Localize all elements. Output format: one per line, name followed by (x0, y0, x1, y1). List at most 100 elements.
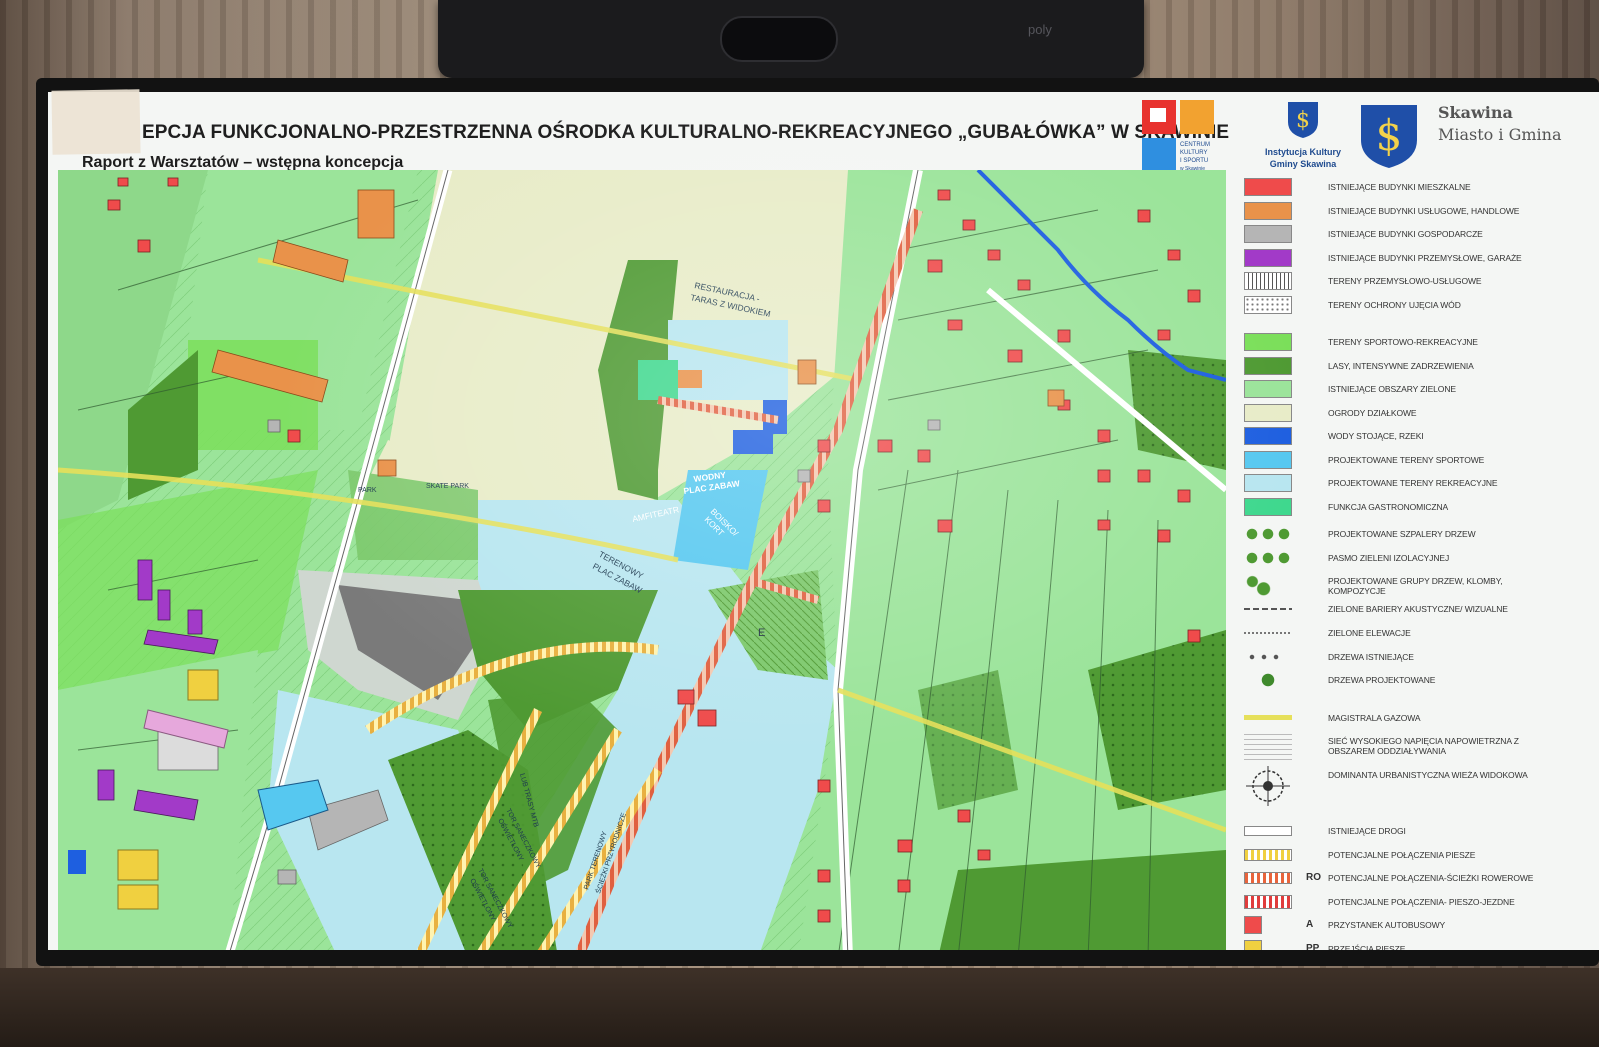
skawina-crest-icon: $ (1361, 105, 1417, 168)
legend-label: MAGISTRALA GAZOWA (1328, 712, 1421, 723)
legend-row: POTENCJALNE POŁĄCZENIA- PIESZO-JEZDNE (1236, 893, 1576, 913)
ik-logo-line-1: Instytucja Kultury (1264, 147, 1341, 157)
legend-swatch (1244, 572, 1272, 596)
legend-swatch (1244, 525, 1292, 543)
legend-label: ISTNIEJĄCE DROGI (1328, 826, 1406, 836)
legend-swatch (1244, 201, 1292, 220)
legend-row: PROJEKTOWANE TERENY SPORTOWE (1236, 450, 1576, 471)
legend-label: DOMINANTA URBANISTYCZNA WIEŻA WIDOKOWA (1328, 770, 1528, 780)
legend-swatch (1244, 403, 1292, 422)
legend-row: SIEĆ WYSOKIEGO NAPIĘCIA NAPOWIETRZNA Z O… (1236, 732, 1576, 760)
legend-row: PROJEKTOWANE TERENY REKREACYJNE (1236, 474, 1576, 494)
legend-label: DRZEWA ISTNIEJĄCE (1328, 651, 1414, 662)
legend-swatch (1244, 356, 1292, 375)
legend-swatch (1244, 848, 1292, 861)
map-label-skate-park: SKATE PARK (426, 483, 469, 490)
instytucja-kultury-logo: $ Instytucja Kultury Gminy Skawina (1248, 100, 1358, 170)
legend-row: POTENCJALNE POŁĄCZENIA PIESZE (1236, 846, 1576, 866)
map-label-zone-e: E (758, 627, 765, 639)
legend-row: ISTNIEJĄCE BUDYNKI GOSPODARCZE (1236, 225, 1576, 245)
legend-swatch (1244, 225, 1292, 243)
ck-logo-line-1: CENTRUM (1180, 142, 1210, 148)
legend-row: DOMINANTA URBANISTYCZNA WIEŻA WIDOKOWA (1236, 766, 1576, 806)
legend-code: RO (1306, 872, 1321, 883)
legend-label: PROJEKTOWANE SZPALERY DRZEW (1328, 529, 1476, 539)
map-legend: ISTNIEJĄCE BUDYNKI MIESZKALNE ISTNIEJĄCE … (1236, 178, 1576, 950)
camera-lens-icon (720, 16, 838, 62)
legend-row: OGRODY DZIAŁKOWE (1236, 403, 1576, 424)
legend-label: PRZYSTANEK AUTOBUSOWY (1328, 920, 1446, 930)
legend-code: PP (1306, 942, 1320, 951)
legend-row: ISTNIEJĄCE BUDYNKI PRZEMYSŁOWE, GARAŻE (1236, 248, 1576, 269)
legend-swatch (1244, 380, 1292, 398)
legend-row: PASMO ZIELENI IZOLACYJNEJ (1236, 548, 1576, 569)
legend-swatch (1244, 427, 1292, 445)
legend-row: TERENY PRZEMYSŁOWO-USŁUGOWE (1236, 272, 1576, 292)
legend-code: A (1306, 919, 1314, 930)
legend-row: ISTNIEJĄCE DROGI (1236, 822, 1576, 842)
legend-label: TERENY SPORTOWO-REKREACYJNE (1328, 337, 1478, 347)
conference-camera: poly (438, 0, 1144, 78)
legend-row: LASY, INTENSYWNE ZADRZEWIENIA (1236, 356, 1576, 377)
table-foreground (0, 968, 1599, 1047)
legend-swatch (1244, 608, 1292, 610)
legend-swatch (1244, 272, 1292, 290)
legend-row: ISTNIEJĄCE BUDYNKI MIESZKALNE (1236, 178, 1576, 198)
legend-row: ISTNIEJĄCE OBSZARY ZIELONE (1236, 380, 1576, 400)
presentation-slide: EPCJA FUNKCJONALNO-PRZESTRZENNA OŚRODKA … (48, 92, 1599, 950)
legend-row: ZIELONE BARIERY AKUSTYCZNE/ WIZUALNE (1236, 600, 1576, 620)
legend-label: FUNKCJA GASTRONOMICZNA (1328, 501, 1449, 512)
legend-label: PRZEJŚCIA PIESZE (1328, 943, 1406, 951)
skawina-crest-icon: $ (1288, 102, 1318, 138)
legend-row: FUNKCJA GASTRONOMICZNA (1236, 497, 1576, 518)
legend-row: TERENY OCHRONY UJĘCIA WÓD (1236, 295, 1576, 316)
legend-swatch (1244, 714, 1292, 720)
legend-row: A PRZYSTANEK AUTOBUSOWY (1236, 916, 1576, 936)
legend-label: POTENCJALNE POŁĄCZENIA- PIESZO-JEZDNE (1328, 896, 1515, 907)
legend-row: PROJEKTOWANE GRUPY DRZEW, KLOMBY, KOMPOZ… (1236, 572, 1576, 596)
legend-row: DRZEWA ISTNIEJĄCE (1236, 647, 1576, 668)
legend-label: SIEĆ WYSOKIEGO NAPIĘCIA NAPOWIETRZNA Z O… (1328, 736, 1519, 756)
legend-row: PP PRZEJŚCIA PIESZE (1236, 939, 1576, 951)
legend-label: PROJEKTOWANE GRUPY DRZEW, KLOMBY, KOMPOZ… (1328, 576, 1503, 596)
legend-label: TERENY PRZEMYSŁOWO-USŁUGOWE (1328, 276, 1482, 286)
legend-label: PROJEKTOWANE TERENY REKREACYJNE (1328, 478, 1498, 488)
legend-swatch (1244, 450, 1292, 469)
legend-label: LASY, INTENSYWNE ZADRZEWIENIA (1328, 360, 1474, 371)
legend-label: ISTNIEJĄCE BUDYNKI GOSPODARCZE (1328, 229, 1483, 239)
legend-label: WODY STOJĄCE, RZEKI (1328, 431, 1424, 441)
legend-swatch (1244, 939, 1262, 950)
legend-swatch (1244, 295, 1292, 314)
svg-text:$: $ (1376, 111, 1403, 160)
legend-swatch (1244, 916, 1262, 934)
slide-title: EPCJA FUNKCJONALNO-PRZESTRZENNA OŚRODKA … (142, 122, 1230, 143)
legend-label: ZIELONE ELEWACJE (1328, 628, 1411, 638)
ck-logo-line-3: I SPORTU (1180, 158, 1208, 164)
skawina-wordmark: Skawina Miasto i Gmina (1438, 102, 1588, 146)
legend-label: TERENY OCHRONY UJĘCIA WÓD (1328, 299, 1461, 310)
legend-label: PROJEKTOWANE TERENY SPORTOWE (1328, 454, 1485, 465)
legend-row: PROJEKTOWANE SZPALERY DRZEW (1236, 525, 1576, 545)
adhesive-tape (51, 89, 141, 155)
legend-swatch (1244, 894, 1292, 909)
skawina-line-1: Skawina (1438, 103, 1513, 122)
legend-swatch (1244, 333, 1292, 351)
site-plan-map: E RESTAURACJA - TARAS Z WIDOKIEM WODNY P… (58, 170, 1226, 950)
legend-swatch (1244, 248, 1292, 267)
legend-swatch (1244, 178, 1292, 196)
legend-swatch (1244, 632, 1292, 634)
legend-row: WODY STOJĄCE, RZEKI (1236, 427, 1576, 447)
legend-label: PASMO ZIELENI IZOLACYJNEJ (1328, 552, 1450, 563)
ck-logo-line-2: KULTURY (1180, 150, 1207, 156)
legend-swatch (1244, 474, 1292, 492)
legend-label: ISTNIEJĄCE BUDYNKI USŁUGOWE, HANDLOWE (1328, 205, 1520, 216)
legend-row: ISTNIEJĄCE BUDYNKI USŁUGOWE, HANDLOWE (1236, 201, 1576, 222)
tower-target-icon (1246, 766, 1290, 806)
ik-logo-line-2: Gminy Skawina (1269, 159, 1337, 169)
legend-swatch (1244, 548, 1292, 567)
legend-label: POTENCJALNE POŁĄCZENIA-ŚCIEŻKI ROWEROWE (1328, 873, 1534, 883)
legend-label: ISTNIEJĄCE BUDYNKI PRZEMYSŁOWE, GARAŻE (1328, 252, 1522, 263)
legend-label: ISTNIEJĄCE OBSZARY ZIELONE (1328, 384, 1456, 394)
legend-row: RO POTENCJALNE POŁĄCZENIA-ŚCIEŻKI ROWEROW… (1236, 869, 1576, 889)
legend-row: ZIELONE ELEWACJE (1236, 624, 1576, 644)
